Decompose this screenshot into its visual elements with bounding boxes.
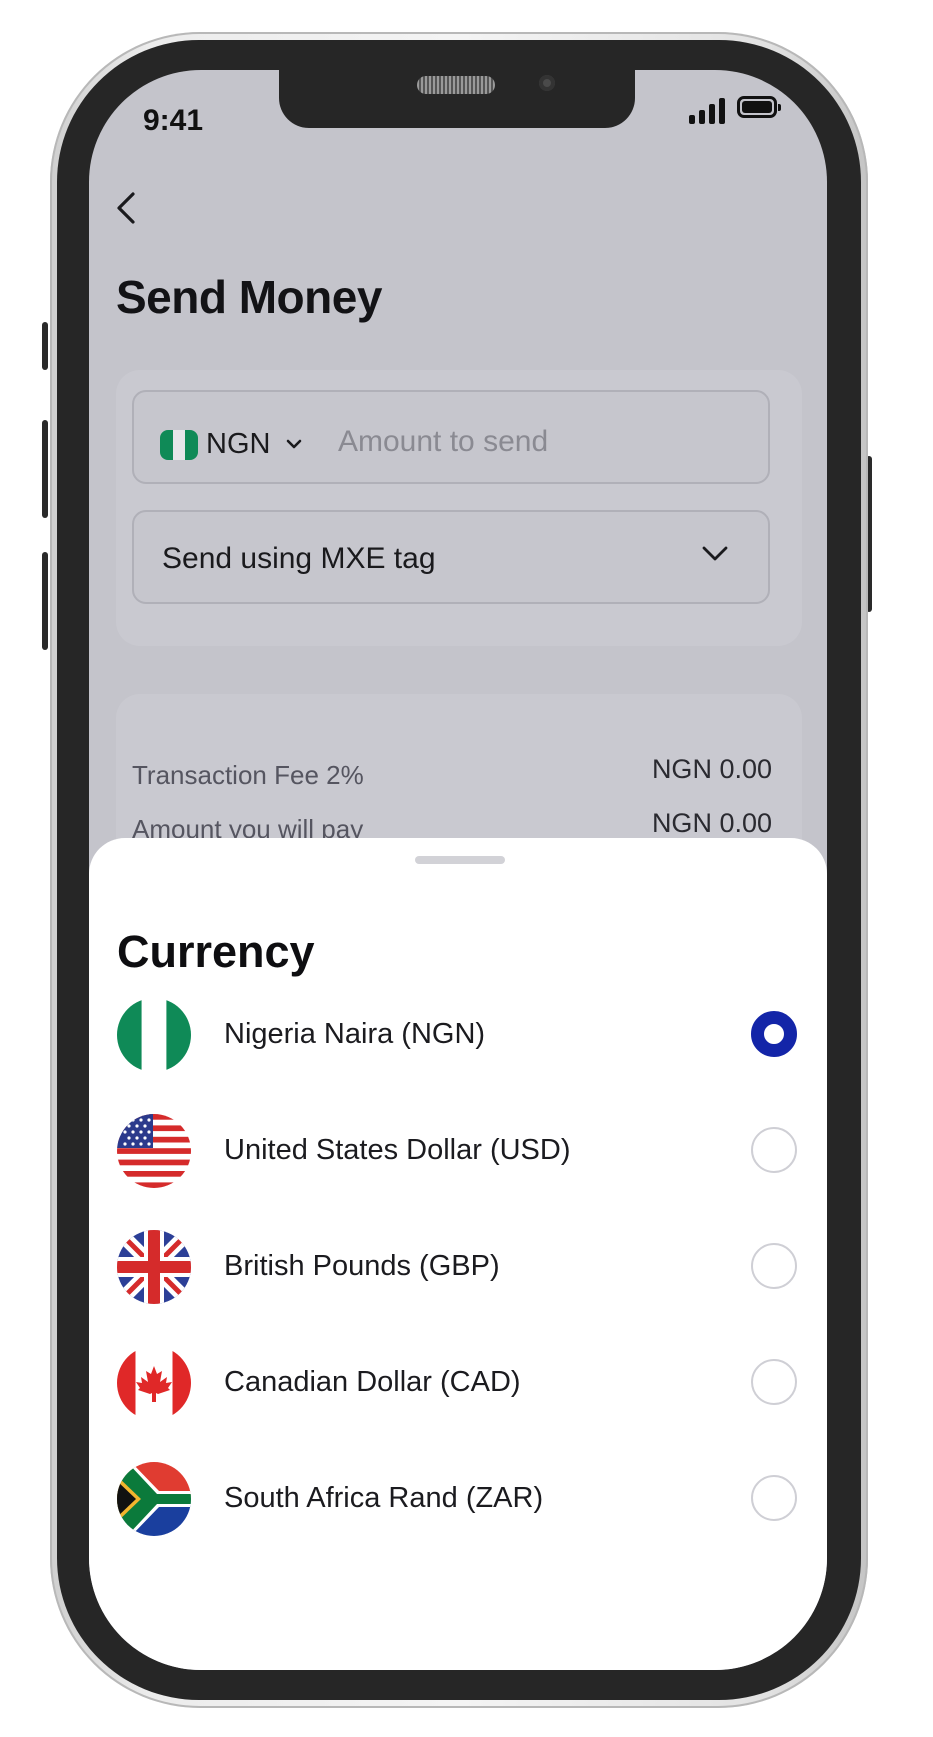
sheet-title: Currency (117, 926, 315, 977)
battery-icon (737, 96, 781, 118)
currency-option-label: Nigeria Naira (NGN) (224, 1018, 486, 1050)
volume-down-button (42, 552, 48, 650)
radio-selected[interactable] (751, 1011, 797, 1057)
fee-label: Transaction Fee 2% (132, 760, 364, 790)
radio-unselected[interactable] (751, 1243, 797, 1289)
currency-option-label: United States Dollar (USD) (224, 1134, 571, 1166)
south-africa-flag-icon (117, 1462, 191, 1536)
amount-input[interactable]: NGN Amount to send (132, 390, 770, 484)
radio-unselected[interactable] (751, 1127, 797, 1173)
radio-unselected[interactable] (751, 1359, 797, 1405)
volume-up-button (42, 420, 48, 518)
currency-selector[interactable]: NGN (206, 428, 270, 461)
fee-value: NGN 0.00 (651, 754, 772, 784)
chevron-down-icon (702, 546, 728, 561)
camera-icon (539, 75, 555, 91)
phone-screen: 9:41 Send Money NGN Amount to send Send … (89, 70, 827, 1670)
fee-value: NGN 0.00 (651, 808, 772, 838)
currency-option-label: British Pounds (GBP) (224, 1250, 500, 1282)
currency-option-zar[interactable]: South Africa Rand (ZAR) (89, 1450, 827, 1550)
usa-flag-icon (117, 1114, 191, 1188)
currency-option-ngn[interactable]: Nigeria Naira (NGN) (89, 986, 827, 1086)
send-method-label: Send using MXE tag (162, 542, 436, 575)
currency-option-cad[interactable]: Canadian Dollar (CAD) (89, 1334, 827, 1434)
currency-option-usd[interactable]: United States Dollar (USD) (89, 1102, 827, 1202)
speaker-grille (417, 76, 495, 94)
uk-flag-icon (117, 1230, 191, 1304)
page-title: Send Money (116, 271, 382, 323)
radio-unselected[interactable] (751, 1475, 797, 1521)
currency-option-label: South Africa Rand (ZAR) (224, 1482, 544, 1514)
back-button[interactable] (107, 188, 147, 228)
canada-flag-icon (117, 1346, 191, 1420)
currency-option-gbp[interactable]: British Pounds (GBP) (89, 1218, 827, 1318)
amount-placeholder: Amount to send (338, 425, 549, 458)
send-method-select[interactable]: Send using MXE tag (132, 510, 770, 604)
drag-handle[interactable] (415, 856, 505, 864)
mute-switch (42, 322, 48, 370)
currency-bottom-sheet: Currency Nigeria Naira (NGN) United Stat… (89, 838, 827, 1670)
currency-option-label: Canadian Dollar (CAD) (224, 1366, 521, 1398)
chevron-down-icon[interactable] (282, 432, 306, 456)
status-time: 9:41 (143, 104, 204, 137)
nigeria-flag-icon (117, 998, 191, 1072)
notch (279, 70, 635, 128)
chevron-left-icon (117, 192, 135, 224)
fee-row: Transaction Fee 2% NGN 0.00 (132, 754, 772, 800)
nigeria-flag-icon (160, 430, 198, 460)
signal-icon (689, 96, 727, 124)
